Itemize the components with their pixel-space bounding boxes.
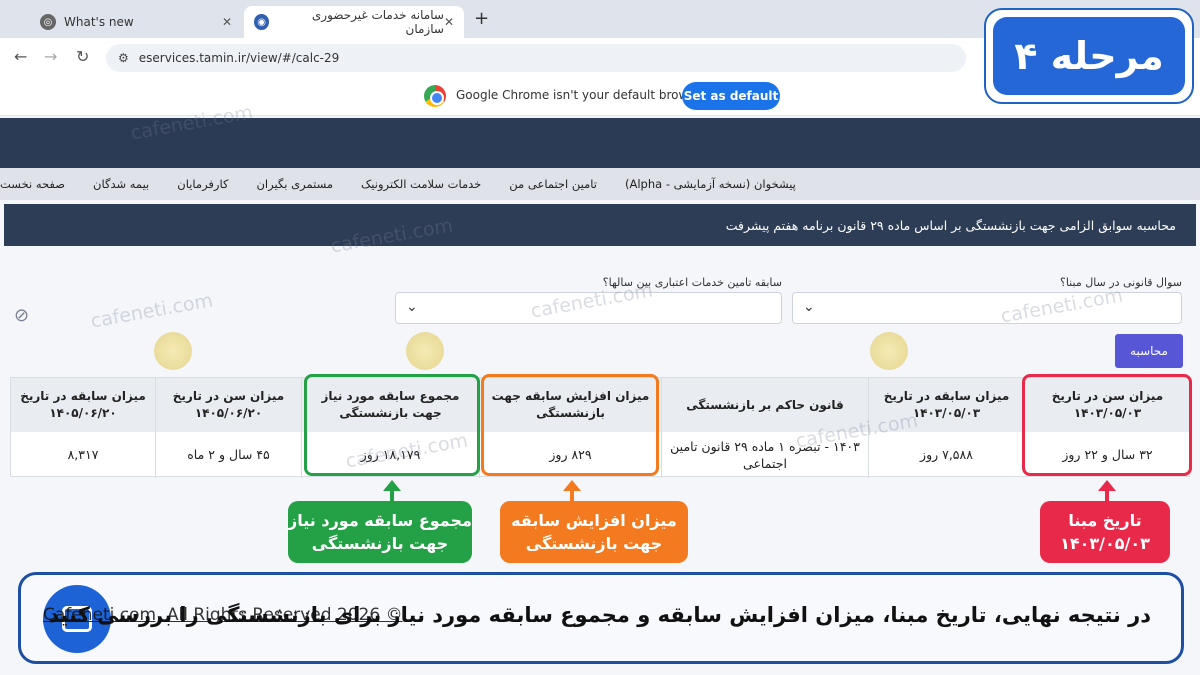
chevron-down-icon: ⌄ [803,299,815,315]
cell-value: ۷,۵۸۸ روز [920,447,973,463]
nav-item-employers[interactable]: کارفرمایان [177,177,228,191]
cafeneti-coin-logo [154,332,192,370]
tab-tamin[interactable]: ◉ سامانه خدمات غیرحضوری سازمان ✕ [244,6,464,38]
chrome-logo-icon [424,85,446,107]
column-header: میزان سابقه در تاریخ ۱۴۰۵/۰۶/۲۰ [11,378,155,432]
stage-badge: مرحله ۴ [984,8,1194,104]
summary-text: در نتیجه نهایی، تاریخ مبنا، میزان افزایش… [48,603,1151,627]
cell-value: ۴۵ سال و ۲ ماه [187,447,270,463]
cell-value: ۸,۳۱۷ [67,447,99,463]
table-column: میزان سابقه در تاریخ ۱۴۰۵/۰۶/۲۰ ۸,۳۱۷ [11,378,155,478]
watermark: cafeneti.com [89,289,215,333]
column-header: میزان سن در تاریخ ۱۴۰۵/۰۶/۲۰ [156,378,301,432]
nav-item-dashboard-alpha[interactable]: پیشخوان (نسخه آزمایشی - Alpha) [625,177,796,191]
default-browser-message: Google Chrome isn't your default browser [456,88,707,102]
reload-icon[interactable]: ↻ [76,47,89,66]
nav-item-insured[interactable]: بیمه شدگان [93,177,149,191]
url-text: eservices.tamin.ir/view/#/calc-29 [138,51,340,65]
tamin-logo-icon: ◉ [254,14,270,30]
callout-increase: میزان افزایش سابقه جهت بازنشستگی [500,501,688,563]
cafeneti-coin-logo [870,332,908,370]
page-title: محاسبه سوابق الزامی جهت بازنشستگی بر اسا… [4,204,1196,246]
tab-whats-new[interactable]: ◎ What's new ✕ [30,6,242,38]
screenshot-root: { "browser": { "tabs": [ {"title": "What… [0,0,1200,675]
chrome-icon: ◎ [40,14,56,30]
site-settings-icon[interactable]: ⚙ [118,51,129,65]
eye-off-icon[interactable]: ⊘ [14,305,29,326]
nav-item-pensioners[interactable]: مستمری بگیران [256,177,333,191]
summary-footer: Cafeneti.com, All Rights Reserved 2026 ©… [18,572,1184,664]
forward-arrow-icon[interactable]: → [44,47,57,66]
nav-item-my-tamin[interactable]: تامین اجتماعی من [509,177,597,191]
cafeneti-coin-logo [406,332,444,370]
table-column: میزان سن در تاریخ ۱۴۰۵/۰۶/۲۰ ۴۵ سال و ۲ … [155,378,301,478]
close-icon[interactable]: ✕ [222,15,232,29]
callout-base-date: تاریخ مبنا ۱۴۰۳/۰۵/۰۳ [1040,501,1170,563]
set-as-default-button[interactable]: Set as default [682,82,780,110]
nav-item-home[interactable]: صفحه نخست [0,177,65,191]
q1-label: سوال قانونی در سال مبنا؟ [1059,276,1182,289]
back-arrow-icon[interactable]: ← [14,47,27,66]
nav-item-e-health[interactable]: خدمات سلامت الکترونیک [361,177,481,191]
callout-total: مجموع سابقه مورد نیاز جهت بازنشستگی [288,501,472,563]
calculate-button[interactable]: محاسبه [1115,334,1183,368]
new-tab-icon[interactable]: + [474,8,489,29]
close-icon[interactable]: ✕ [444,15,454,29]
highlight-box-red [1022,374,1192,476]
url-bar[interactable]: ⚙ eservices.tamin.ir/view/#/calc-29 [106,44,966,72]
stage-label: مرحله ۴ [993,17,1185,95]
tab-title: سامانه خدمات غیرحضوری سازمان [311,8,444,36]
chevron-down-icon: ⌄ [406,299,418,315]
site-nav: صفحه نخست بیمه شدگان کارفرمایان مستمری ب… [0,168,1200,200]
tab-title: What's new [64,15,134,29]
q1-select[interactable]: ⌄ [792,292,1182,324]
highlight-box-orange [481,374,659,476]
